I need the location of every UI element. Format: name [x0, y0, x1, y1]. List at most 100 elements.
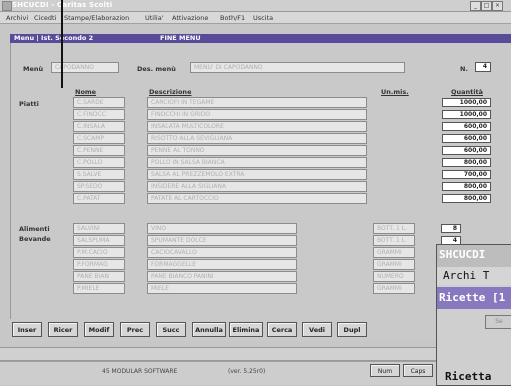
duplicate-button[interactable]: Dupl [337, 322, 367, 337]
minimize-button[interactable]: _ [470, 1, 481, 11]
piatto-nome[interactable]: S.SALVE [73, 169, 125, 180]
alimento-unita[interactable]: BOTT. 1 L. [373, 223, 415, 234]
alimento-unita[interactable]: BOTT. 1 L. [373, 235, 415, 246]
piatto-qty[interactable]: 600,00 [442, 146, 491, 155]
find-button[interactable]: Cerca [267, 322, 297, 337]
alimento-nome[interactable]: SALSPUMA [73, 235, 125, 246]
piatto-descr[interactable]: PENNE AL TONNO [147, 145, 367, 156]
piatto-descr[interactable]: POLLO IN SALSA BIANCA [147, 157, 367, 168]
piatto-nome[interactable]: C.POLLO [73, 157, 125, 168]
horizontal-scrollbar[interactable] [0, 347, 511, 361]
caps-lock-indicator: Caps [403, 364, 433, 377]
view-button[interactable]: Vedi [302, 322, 332, 337]
overlay-title-bar: SHCUCDI [437, 245, 511, 267]
piatto-qty[interactable]: 1000,00 [442, 98, 491, 107]
search-button[interactable]: Ricer [48, 322, 78, 337]
col-nome: Nome [75, 88, 97, 96]
alimento-descr[interactable]: MIELE [147, 283, 297, 294]
piatto-qty[interactable]: 800,00 [442, 194, 491, 203]
col-unita: Un.mis. [381, 88, 409, 96]
piatto-qty[interactable]: 1000,00 [442, 110, 491, 119]
status-bar: 45 MODULAR SOFTWARE (ver. 5.25r0) Num Ca… [0, 361, 511, 385]
overlay-title: SHCUCDI [439, 248, 486, 261]
piatto-qty[interactable]: 800,00 [442, 158, 491, 167]
status-version: (ver. 5.25r0) [228, 368, 266, 375]
piatto-descr[interactable]: FINOCCHI IN GRIDO [147, 109, 367, 120]
modify-button[interactable]: Modif [84, 322, 114, 337]
alimento-unita[interactable]: GRAMMI [373, 247, 415, 258]
piatto-qty[interactable]: 600,00 [442, 122, 491, 131]
piatto-descr[interactable]: PATATE AL CARTOCCIO [147, 193, 367, 204]
form-header-center: FINE MENU [160, 34, 201, 42]
piatto-nome[interactable]: C.PATAT [73, 193, 125, 204]
menu-utilita[interactable]: Utilia' [145, 14, 164, 22]
overlay-header: Ricette [1 [439, 291, 506, 304]
piatti-label: Piatti [19, 100, 39, 108]
piatto-nome[interactable]: SP.SEDO [73, 181, 125, 192]
cancel-button[interactable]: Annulla [192, 322, 226, 337]
alimento-descr[interactable]: SPUMANTE DOLCE [147, 235, 297, 246]
alimento-descr[interactable]: PANE BIANCO PANINI [147, 271, 297, 282]
delete-button[interactable]: Elimina [229, 322, 263, 337]
bevande-label: Bevande [19, 235, 51, 243]
piatto-qty[interactable]: 700,00 [442, 170, 491, 179]
piatto-nome[interactable]: C.PENNE [73, 145, 125, 156]
menu-attivazione[interactable]: Attivazione [172, 14, 208, 22]
piatto-descr[interactable]: RISOTTO ALLA SEVIGLIANA [147, 133, 367, 144]
overlay-menu-bar: Archi T [437, 267, 511, 285]
overlay-bottom-label: Ricetta [445, 370, 492, 383]
previous-button[interactable]: Prec [120, 322, 150, 337]
menu-uscita[interactable]: Uscita [253, 14, 273, 22]
menu-label: Menù [23, 65, 44, 73]
alimenti-label: Alimenti [19, 225, 50, 233]
piatto-descr[interactable]: INSIDERE ALLA SIGLIANA [147, 181, 367, 192]
desc-menu-field[interactable]: MENU' DI CAPODANNO [190, 62, 405, 73]
mouse-cursor-line [61, 0, 63, 88]
alimento-unita[interactable]: GRAMMI [373, 283, 415, 294]
piatto-qty[interactable]: 600,00 [442, 134, 491, 143]
app-icon[interactable] [2, 1, 12, 11]
title-bar: SHCUCDI - Caritas Scolti _ □ × [0, 0, 511, 12]
menu-stampe[interactable]: Stampe/Elaborazion [64, 14, 129, 22]
piatto-descr[interactable]: INSALATA MULTICOLORE [147, 121, 367, 132]
status-company: 45 MODULAR SOFTWARE [102, 368, 178, 375]
form-header-left: Menu | Ist. Secondo 2 [14, 34, 94, 42]
piatto-nome[interactable]: C.FINOCC [73, 109, 125, 120]
num-label: N. [460, 65, 468, 73]
maximize-button[interactable]: □ [481, 1, 492, 11]
col-quantita: Quantità [451, 88, 483, 96]
overlay-window[interactable]: SHCUCDI Archi T Ricette [1 Se Ricetta [436, 244, 511, 386]
alimento-descr[interactable]: FORMAGGELLE [147, 259, 297, 270]
overlay-form-header: Ricette [1 [437, 287, 511, 309]
alimento-nome[interactable]: SALVINI [73, 223, 125, 234]
menu-cicedti[interactable]: Cicedti [34, 14, 56, 22]
menu-bar: Archivi Cicedti Stampe/Elaborazion Utili… [0, 12, 511, 24]
alimento-nome[interactable]: P.M.CACIO [73, 247, 125, 258]
alimento-nome[interactable]: PANE BIAN [73, 271, 125, 282]
piatto-nome[interactable]: C.SARDE [73, 97, 125, 108]
piatto-nome[interactable]: C.INSALA [73, 121, 125, 132]
alimento-nome[interactable]: P.FORMAG [73, 259, 125, 270]
close-button[interactable]: × [492, 1, 503, 11]
num-field[interactable]: 4 [475, 62, 491, 72]
alimento-unita[interactable]: NUMERO [373, 271, 415, 282]
num-lock-indicator: Num [370, 364, 400, 377]
overlay-button[interactable]: Se [485, 315, 511, 329]
insert-button[interactable]: Inser [12, 322, 42, 337]
piatto-descr[interactable]: CARCIOFI IN TEGAME [147, 97, 367, 108]
menu-archivi[interactable]: Archivi [6, 14, 28, 22]
piatto-qty[interactable]: 800,00 [442, 182, 491, 191]
alimento-qty[interactable]: 8 [441, 224, 461, 233]
form-header: Menu | Ist. Secondo 2 FINE MENU [10, 34, 511, 43]
piatto-nome[interactable]: C.SCAMP [73, 133, 125, 144]
col-descrizione: Descrizione [149, 88, 192, 96]
alimento-descr[interactable]: VINO [147, 223, 297, 234]
overlay-menu-text[interactable]: Archi T [443, 269, 489, 282]
next-button[interactable]: Succ [156, 322, 186, 337]
piatto-descr[interactable]: SALSA AL PREZZEMOLO EXTRA [147, 169, 367, 180]
desc-menu-label: Des. menù [137, 65, 176, 73]
alimento-nome[interactable]: P.MIELE [73, 283, 125, 294]
menu-both[interactable]: Both/F1 [220, 14, 245, 22]
alimento-unita[interactable]: GRAMMI [373, 259, 415, 270]
alimento-descr[interactable]: CACIOCAVALLO [147, 247, 297, 258]
